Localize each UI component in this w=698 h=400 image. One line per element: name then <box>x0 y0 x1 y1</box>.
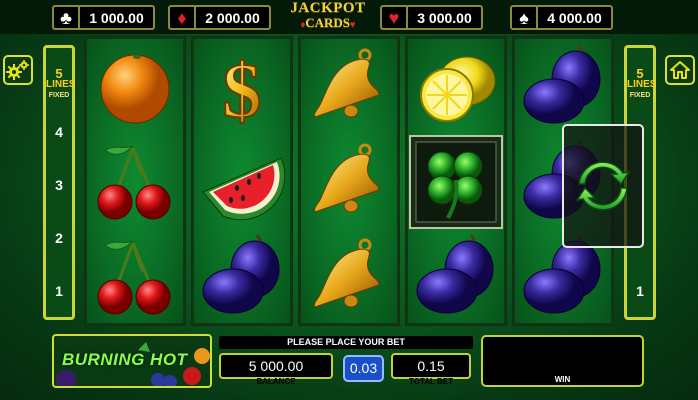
burning-hot-logo: BURNING HOT <box>52 334 212 388</box>
lines-word: LINES <box>627 79 657 90</box>
balance-label: BALANCE <box>256 377 296 386</box>
win-display: WIN <box>481 335 644 387</box>
reel-2: $ <box>191 36 293 326</box>
plums-icon <box>192 229 292 325</box>
bet-per-line-button[interactable]: 0.03 <box>343 355 384 382</box>
jackpot-spades-value: 4 000.00 <box>547 9 602 26</box>
lines-mode: FIXED <box>48 92 70 99</box>
jackpot-diamonds-value: 2 000.00 <box>205 9 260 26</box>
settings-button[interactable] <box>3 55 33 85</box>
reel-1 <box>84 36 186 326</box>
cherries-icon <box>85 134 185 230</box>
reel-4 <box>405 36 507 326</box>
jackpot-clubs: ♣ 1 000.00 <box>52 5 155 30</box>
home-button[interactable] <box>665 55 695 85</box>
refresh-spin-icon <box>575 161 631 211</box>
lines-word: LINES <box>46 79 76 90</box>
status-message: PLEASE PLACE YOUR BET <box>219 336 473 349</box>
hearts-icon: ♥ <box>382 7 408 28</box>
svg-text:$: $ <box>223 47 262 129</box>
jackpot-clubs-value: 1 000.00 <box>89 9 144 26</box>
home-icon <box>670 61 690 79</box>
bell-icon <box>299 39 399 135</box>
line-number: 4 <box>55 124 63 140</box>
diamonds-icon: ♦ <box>170 7 196 28</box>
line-number: 3 <box>55 177 63 193</box>
gears-icon <box>6 60 29 80</box>
game-logo-text: BURNING HOT <box>62 350 188 369</box>
jackpot-diamonds: ♦ 2 000.00 <box>168 5 271 30</box>
jackpot-cards-logo: JACKPOT ♦CARDS♥ <box>290 0 366 30</box>
clubs-icon: ♣ <box>54 7 80 28</box>
spin-button[interactable] <box>562 124 644 248</box>
bell-icon <box>299 229 399 325</box>
jackpot-hearts-value: 3 000.00 <box>417 9 472 26</box>
clover-icon <box>406 134 506 230</box>
dollar-icon: $ <box>192 39 292 135</box>
bell-icon <box>299 134 399 230</box>
lines-count: 5 <box>636 66 644 81</box>
lines-mode: FIXED <box>629 92 651 99</box>
jackpot-bar: ♣ 1 000.00 ♦ 2 000.00 JACKPOT ♦CARDS♥ ♥ … <box>0 0 698 34</box>
watermelon-icon <box>192 134 292 230</box>
lemon-icon <box>406 39 506 135</box>
line-number: 1 <box>55 283 63 299</box>
spades-icon: ♠ <box>512 7 538 28</box>
reel-3 <box>298 36 400 326</box>
line-number: 2 <box>55 230 63 246</box>
win-label: WIN <box>554 375 571 384</box>
jackpot-spades: ♠ 4 000.00 <box>510 5 613 30</box>
cherries-icon <box>85 229 185 325</box>
plums-icon <box>406 229 506 325</box>
lines-indicator-left: 5 LINES FIXED 4 3 2 1 <box>43 45 75 320</box>
balance-display: 5 000.00 <box>219 353 333 379</box>
jackpot-hearts: ♥ 3 000.00 <box>380 5 483 30</box>
lines-count: 5 <box>55 66 63 81</box>
orange-icon <box>85 39 185 135</box>
line-number: 1 <box>636 283 644 299</box>
total-bet-label: TOTAL BET <box>409 377 453 386</box>
total-bet-display: 0.15 <box>391 353 471 379</box>
reels-area: $ <box>84 36 616 326</box>
plums-icon <box>513 39 613 135</box>
